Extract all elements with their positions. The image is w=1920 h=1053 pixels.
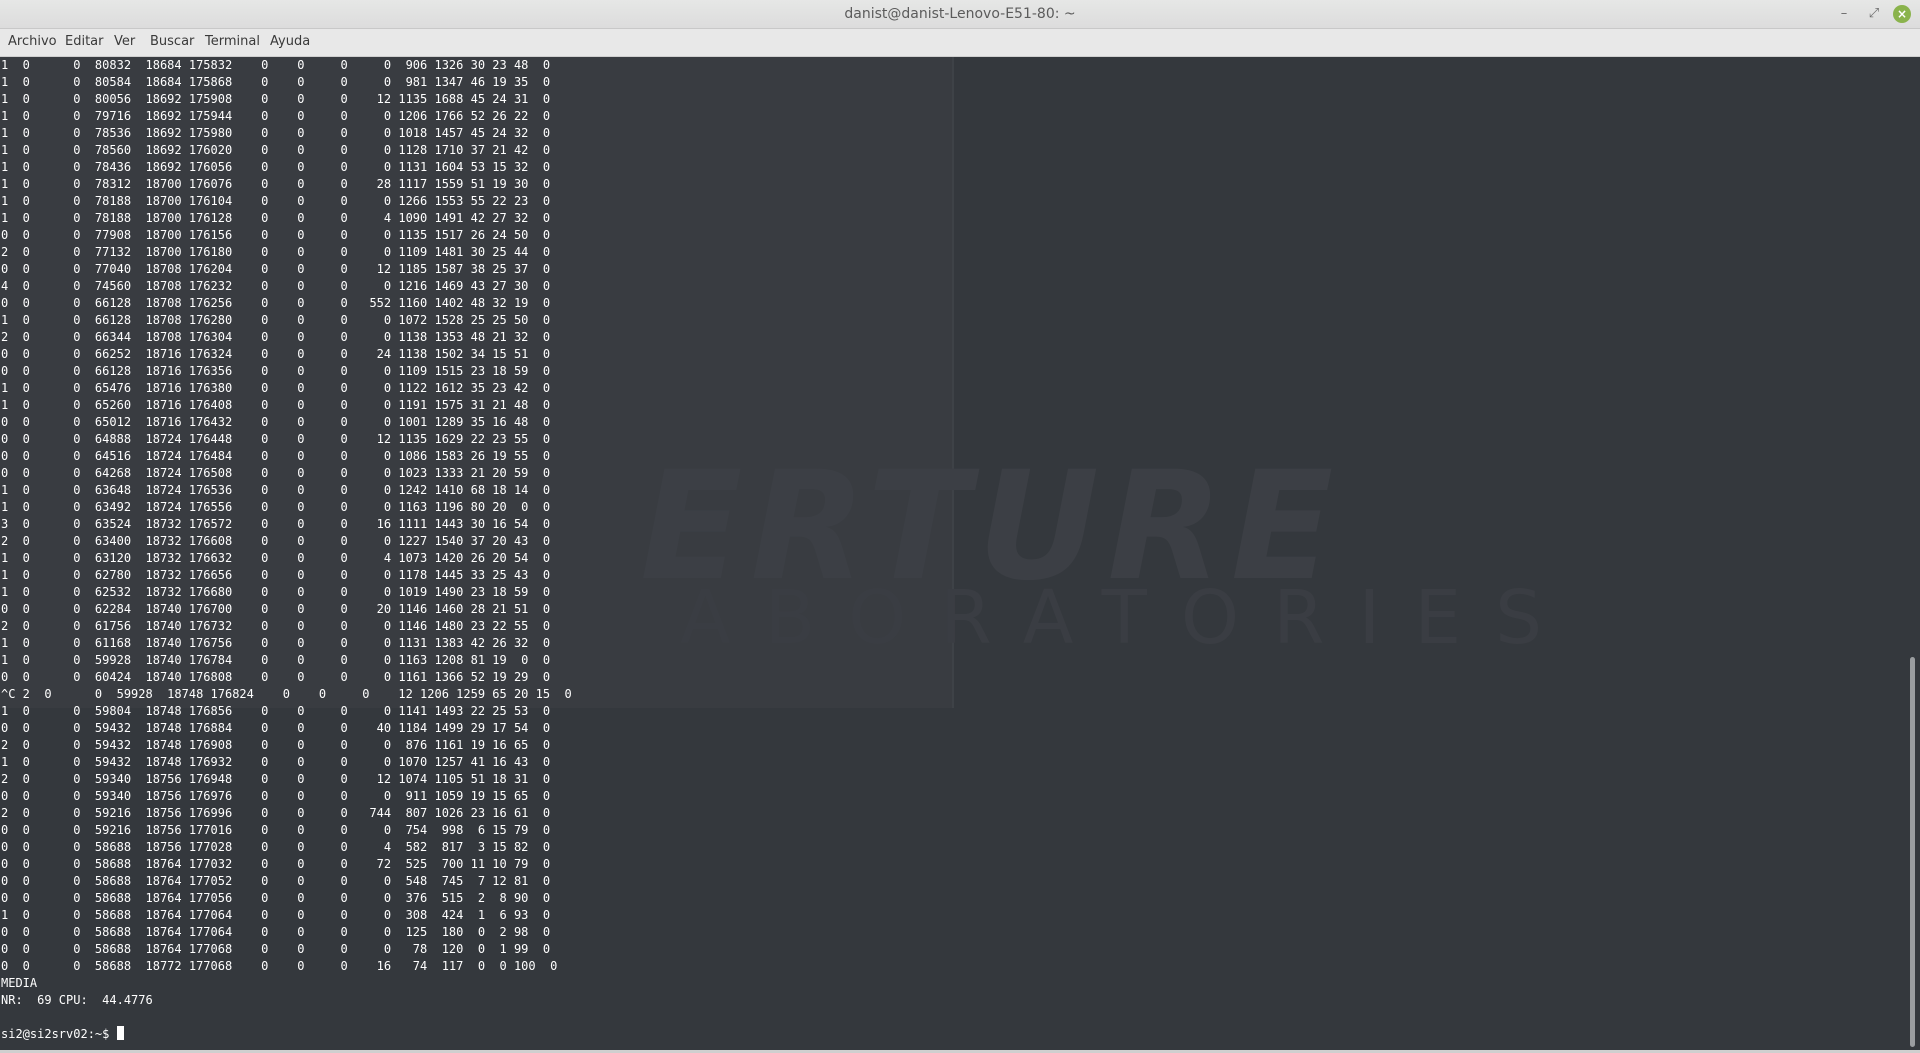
minimize-icon[interactable]: – <box>1834 4 1854 24</box>
terminal-line: 2 0 0 63400 18732 176608 0 0 0 0 1227 15… <box>1 534 551 548</box>
terminal-line: 0 0 0 62284 18740 176700 0 0 0 20 1146 1… <box>1 602 551 616</box>
terminal-line: 2 0 0 59340 18756 176948 0 0 0 12 1074 1… <box>1 772 551 786</box>
terminal-line: 0 0 0 77040 18708 176204 0 0 0 12 1185 1… <box>1 262 551 276</box>
terminal-line: 1 0 0 63120 18732 176632 0 0 0 4 1073 14… <box>1 551 551 565</box>
terminal-line: 1 0 0 78312 18700 176076 0 0 0 28 1117 1… <box>1 177 551 191</box>
terminal-line: 2 0 0 61756 18740 176732 0 0 0 0 1146 14… <box>1 619 551 633</box>
scrollbar-thumb[interactable] <box>1910 657 1915 1047</box>
terminal-line: 1 0 0 80056 18692 175908 0 0 0 12 1135 1… <box>1 92 551 106</box>
terminal-line: 1 0 0 78188 18700 176128 0 0 0 4 1090 14… <box>1 211 551 225</box>
terminal-line: 1 0 0 78536 18692 175980 0 0 0 0 1018 14… <box>1 126 551 140</box>
terminal-line: 0 0 0 66128 18708 176256 0 0 0 552 1160 … <box>1 296 551 310</box>
terminal-line: 1 0 0 65476 18716 176380 0 0 0 0 1122 16… <box>1 381 551 395</box>
terminal-line: 3 0 0 63524 18732 176572 0 0 0 16 1111 1… <box>1 517 551 531</box>
terminal-line: 0 0 0 58688 18756 177028 0 0 0 4 582 817… <box>1 840 551 854</box>
shell-prompt: si2@si2srv02:~$ <box>1 1027 117 1041</box>
terminal-line: 0 0 0 58688 18764 177064 0 0 0 0 125 180… <box>1 925 551 939</box>
terminal-line: 1 0 0 59432 18748 176932 0 0 0 0 1070 12… <box>1 755 551 769</box>
terminal-line: 1 0 0 59928 18740 176784 0 0 0 0 1163 12… <box>1 653 551 667</box>
terminal-line: 1 0 0 66128 18708 176280 0 0 0 0 1072 15… <box>1 313 551 327</box>
terminal-line: 0 0 0 59432 18748 176884 0 0 0 40 1184 1… <box>1 721 551 735</box>
text-cursor <box>116 1026 124 1040</box>
terminal-line: 1 0 0 62780 18732 176656 0 0 0 0 1178 14… <box>1 568 551 582</box>
menu-bar: Archivo Editar Ver Buscar Terminal Ayuda <box>0 29 1920 57</box>
terminal-line: 0 0 0 64516 18724 176484 0 0 0 0 1086 15… <box>1 449 551 463</box>
terminal-line: 1 0 0 62532 18732 176680 0 0 0 0 1019 14… <box>1 585 551 599</box>
terminal-line: 0 0 0 60424 18740 176808 0 0 0 0 1161 13… <box>1 670 551 684</box>
terminal-line: 0 0 0 58688 18772 177068 0 0 0 16 74 117… <box>1 959 558 973</box>
terminal-lines: 1 0 0 80832 18684 175832 0 0 0 0 906 132… <box>1 58 572 1007</box>
terminal-area[interactable]: 1 0 0 80832 18684 175832 0 0 0 0 906 132… <box>0 57 1920 1053</box>
terminal-line: 0 0 0 59216 18756 177016 0 0 0 0 754 998… <box>1 823 551 837</box>
terminal-line: 2 0 0 59432 18748 176908 0 0 0 0 876 116… <box>1 738 551 752</box>
menu-terminal[interactable]: Terminal <box>205 34 260 49</box>
terminal-line: 1 0 0 78188 18700 176104 0 0 0 0 1266 15… <box>1 194 551 208</box>
terminal-line: ^C 2 0 0 59928 18748 176824 0 0 0 12 120… <box>1 687 572 701</box>
terminal-line: 1 0 0 80584 18684 175868 0 0 0 0 981 134… <box>1 75 551 89</box>
terminal-line: NR: 69 CPU: 44.4776 <box>1 993 153 1007</box>
window-title: danist@danist-Lenovo-E51-80: ~ <box>844 6 1076 22</box>
terminal-line: 1 0 0 59804 18748 176856 0 0 0 0 1141 14… <box>1 704 551 718</box>
terminal-line: 0 0 0 58688 18764 177052 0 0 0 0 548 745… <box>1 874 551 888</box>
terminal-line: 1 0 0 63492 18724 176556 0 0 0 0 1163 11… <box>1 500 551 514</box>
terminal-output: 1 0 0 80832 18684 175832 0 0 0 0 906 132… <box>1 57 572 1043</box>
terminal-line: 0 0 0 64268 18724 176508 0 0 0 0 1023 13… <box>1 466 551 480</box>
terminal-line: 0 0 0 66252 18716 176324 0 0 0 24 1138 1… <box>1 347 551 361</box>
menu-ayuda[interactable]: Ayuda <box>270 34 310 49</box>
terminal-line: 1 0 0 58688 18764 177064 0 0 0 0 308 424… <box>1 908 551 922</box>
terminal-line: 2 0 0 59216 18756 176996 0 0 0 744 807 1… <box>1 806 551 820</box>
terminal-scrollbar[interactable] <box>1906 57 1918 1053</box>
terminal-line: 1 0 0 78560 18692 176020 0 0 0 0 1128 17… <box>1 143 551 157</box>
menu-buscar[interactable]: Buscar <box>150 34 194 49</box>
terminal-line: 0 0 0 58688 18764 177068 0 0 0 0 78 120 … <box>1 942 551 956</box>
terminal-line: 0 0 0 59340 18756 176976 0 0 0 0 911 105… <box>1 789 551 803</box>
terminal-line: 2 0 0 77132 18700 176180 0 0 0 0 1109 14… <box>1 245 551 259</box>
maximize-icon[interactable]: ⤢ <box>1864 4 1884 24</box>
terminal-line: 1 0 0 63648 18724 176536 0 0 0 0 1242 14… <box>1 483 551 497</box>
terminal-line: MEDIA <box>1 976 38 990</box>
terminal-line: 0 0 0 65012 18716 176432 0 0 0 0 1001 12… <box>1 415 551 429</box>
terminal-line: 2 0 0 66344 18708 176304 0 0 0 0 1138 13… <box>1 330 551 344</box>
terminal-line: 1 0 0 78436 18692 176056 0 0 0 0 1131 16… <box>1 160 551 174</box>
terminal-line: 4 0 0 74560 18708 176232 0 0 0 0 1216 14… <box>1 279 551 293</box>
terminal-line: 1 0 0 79716 18692 175944 0 0 0 0 1206 17… <box>1 109 551 123</box>
terminal-line: 0 0 0 77908 18700 176156 0 0 0 0 1135 15… <box>1 228 551 242</box>
terminal-line: 1 0 0 61168 18740 176756 0 0 0 0 1131 13… <box>1 636 551 650</box>
terminal-line: 0 0 0 64888 18724 176448 0 0 0 12 1135 1… <box>1 432 551 446</box>
terminal-line: 0 0 0 66128 18716 176356 0 0 0 0 1109 15… <box>1 364 551 378</box>
terminal-line: 1 0 0 80832 18684 175832 0 0 0 0 906 132… <box>1 58 551 72</box>
close-icon[interactable]: × <box>1893 5 1911 23</box>
menu-editar[interactable]: Editar <box>65 34 104 49</box>
menu-ver[interactable]: Ver <box>114 34 135 49</box>
terminal-line: 0 0 0 58688 18764 177032 0 0 0 72 525 70… <box>1 857 551 871</box>
window-titlebar[interactable]: danist@danist-Lenovo-E51-80: ~ – ⤢ × <box>0 0 1920 29</box>
terminal-line: 1 0 0 65260 18716 176408 0 0 0 0 1191 15… <box>1 398 551 412</box>
menu-archivo[interactable]: Archivo <box>8 34 57 49</box>
terminal-line: 0 0 0 58688 18764 177056 0 0 0 0 376 515… <box>1 891 551 905</box>
